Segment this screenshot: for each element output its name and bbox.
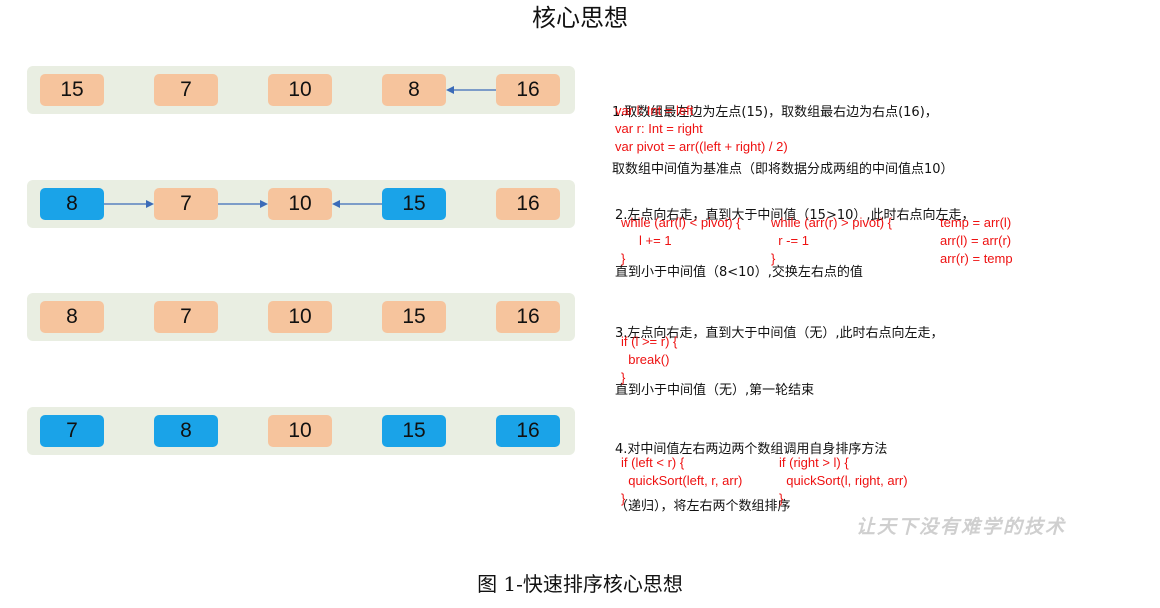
row-2-arrows [104,200,382,208]
step-2-code-right-loop: while (arr(r) > pivot) { r -= 1 } [771,215,892,266]
diagram-title: 核心思想 [532,4,628,32]
row-1-arrows [446,86,496,94]
array-cell: 8 [154,415,218,447]
step-2-code-left-loop: while (arr(l) < pivot) { l += 1 } [621,215,741,266]
arrowhead-icon [332,200,340,208]
array-cell: 10 [268,415,332,447]
step-4-code-left-recursion: if (left < r) { quickSort(left, r, arr) … [621,455,743,506]
array-row-3: 8 7 10 15 16 [27,293,575,341]
array-cell: 10 [268,301,332,333]
arrowhead-icon [260,200,268,208]
step-1-code: var l: Int = left var r: Int = right var… [615,103,788,154]
array-row-4: 7 8 10 15 16 [27,407,575,455]
array-cell: 7 [154,301,218,333]
array-cell: 15 [382,301,446,333]
array-cell: 16 [496,415,560,447]
array-cell: 15 [382,415,446,447]
watermark: 让天下没有难学的技术 [856,516,1067,538]
figure-caption: 图 1-快速排序核心思想 [477,572,683,596]
step-4-code-right-recursion: if (right > l) { quickSort(l, right, arr… [779,455,908,506]
step-3-code: if (l >= r) { break() } [621,334,678,385]
arrowhead-icon [446,86,454,94]
step-2-code-swap: temp = arr(l) arr(l) = arr(r) arr(r) = t… [940,215,1013,266]
array-cell: 8 [40,301,104,333]
array-cell: 16 [496,301,560,333]
array-cell: 7 [40,415,104,447]
arrowhead-icon [146,200,154,208]
